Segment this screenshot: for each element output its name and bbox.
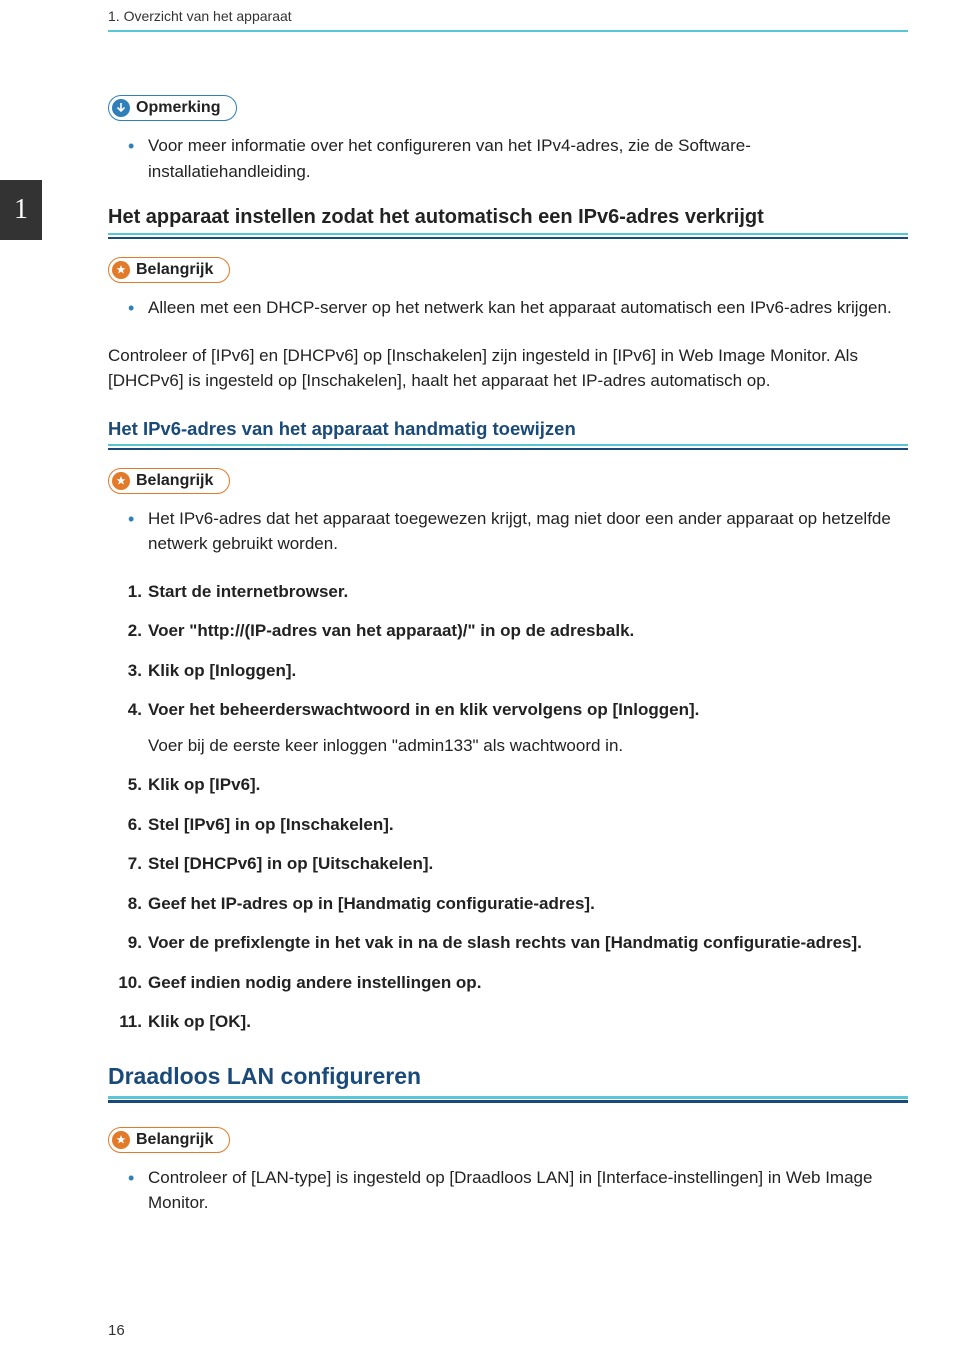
important-bullet-list: Alleen met een DHCP-server op het netwer…	[108, 295, 908, 321]
section-heading-wlan: Draadloos LAN configureren	[108, 1063, 908, 1090]
header-rule	[108, 30, 908, 32]
section-rule	[108, 1096, 908, 1103]
note-callout-label: Opmerking	[108, 95, 237, 121]
paragraph: Controleer of [IPv6] en [DHCPv6] op [Ins…	[108, 343, 908, 394]
page-header-breadcrumb: 1. Overzicht van het apparaat	[108, 8, 292, 24]
star-icon	[112, 1131, 130, 1149]
step-item: Voer het beheerderswachtwoord in en klik…	[148, 697, 908, 758]
list-item: Controleer of [LAN-type] is ingesteld op…	[148, 1165, 908, 1216]
section-rule	[108, 444, 908, 450]
important-bullet-list: Het IPv6-adres dat het apparaat toegewez…	[108, 506, 908, 557]
list-item: Het IPv6-adres dat het apparaat toegewez…	[148, 506, 908, 557]
step-item: Stel [DHCPv6] in op [Uitschakelen].	[148, 851, 908, 877]
step-item: Klik op [Inloggen].	[148, 658, 908, 684]
important-label-text: Belangrijk	[136, 472, 213, 490]
important-label-text: Belangrijk	[136, 261, 213, 279]
important-callout-label: Belangrijk	[108, 257, 230, 283]
step-item: Klik op [IPv6].	[148, 772, 908, 798]
list-item: Voor meer informatie over het configurer…	[148, 133, 908, 184]
important-callout-label: Belangrijk	[108, 468, 230, 494]
step-item: Stel [IPv6] in op [Inschakelen].	[148, 812, 908, 838]
important-bullet-list: Controleer of [LAN-type] is ingesteld op…	[108, 1165, 908, 1216]
section-rule	[108, 233, 908, 239]
step-item: Geef het IP-adres op in [Handmatig confi…	[148, 891, 908, 917]
step-item: Klik op [OK].	[148, 1009, 908, 1035]
section-heading-auto-ipv6: Het apparaat instellen zodat het automat…	[108, 206, 908, 229]
step-item: Start de internetbrowser.	[148, 579, 908, 605]
step-substep: Voer bij de eerste keer inloggen "admin1…	[148, 733, 908, 759]
star-icon	[112, 261, 130, 279]
down-arrow-icon	[112, 99, 130, 117]
step-item: Geef indien nodig andere instellingen op…	[148, 970, 908, 996]
list-item: Alleen met een DHCP-server op het netwer…	[148, 295, 908, 321]
note-bullet-list: Voor meer informatie over het configurer…	[108, 133, 908, 184]
chapter-tab: 1	[0, 180, 42, 240]
step-item: Voer de prefixlengte in het vak in na de…	[148, 930, 908, 956]
section-heading-manual-ipv6: Het IPv6-adres van het apparaat handmati…	[108, 418, 908, 440]
page-content: Opmerking Voor meer informatie over het …	[108, 95, 908, 1238]
star-icon	[112, 472, 130, 490]
step-item: Voer "http://(IP-adres van het apparaat)…	[148, 618, 908, 644]
note-label-text: Opmerking	[136, 99, 220, 117]
numbered-steps: Start de internetbrowser. Voer "http://(…	[108, 579, 908, 1035]
important-label-text: Belangrijk	[136, 1131, 213, 1149]
important-callout-label: Belangrijk	[108, 1127, 230, 1153]
page-number: 16	[108, 1322, 125, 1339]
